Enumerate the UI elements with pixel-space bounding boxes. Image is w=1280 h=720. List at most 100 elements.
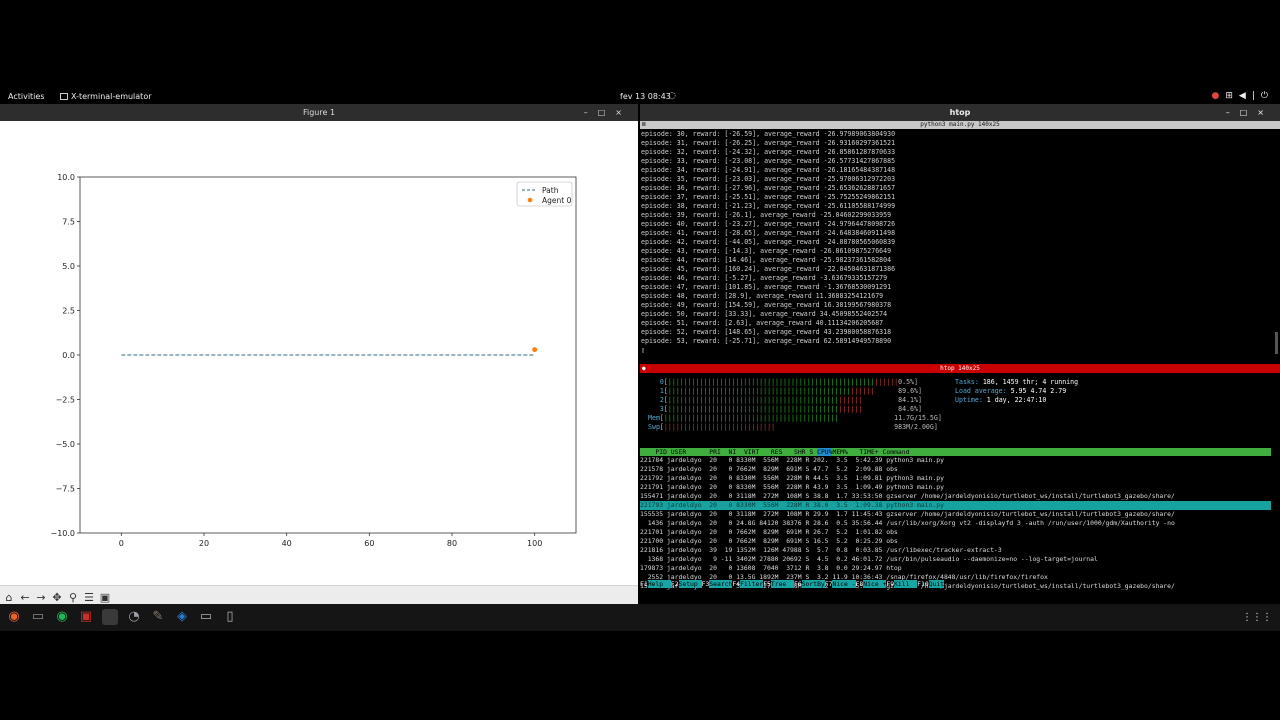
scrollbar[interactable] xyxy=(1275,332,1278,354)
obs-icon[interactable]: ▣ xyxy=(78,609,94,625)
htop-panel[interactable]: 0[||||||||||||||||||||||||||||||||||||||… xyxy=(640,373,1280,593)
function-key-bar[interactable]: F1Help F2Setup F3SearchF4FilterF5Tree F6… xyxy=(640,580,1271,589)
terminal-icon[interactable]: ▣ xyxy=(102,609,118,625)
maximize-button[interactable]: □ xyxy=(1240,108,1258,117)
spotify-icon[interactable]: ◉ xyxy=(54,609,70,625)
fkey-f5[interactable]: F5Tree xyxy=(763,580,794,588)
figure-titlebar[interactable]: Figure 1 –□× xyxy=(0,104,638,121)
pane-title: python3 main.py 140x25 xyxy=(920,121,1000,128)
app-name: X-terminal-emulator xyxy=(71,92,152,101)
process-row[interactable]: 179873 jardeldyo 20 0 13608 7040 3712 R … xyxy=(640,564,1271,573)
pane-titlebar-python[interactable]: ⊠ python3 main.py 140x25 xyxy=(640,121,1280,129)
close-button[interactable]: × xyxy=(1257,108,1274,117)
notification-bell-icon[interactable]: ◌ xyxy=(668,91,676,101)
configure-icon[interactable]: ☰ xyxy=(83,592,95,604)
swap-meter: Swp[|||||||||||||||||||||||||||| 983M/2.… xyxy=(648,423,938,431)
figure-title: Figure 1 xyxy=(302,108,336,117)
firefox-icon[interactable]: ◉ xyxy=(6,609,22,625)
fkey-f3[interactable]: F3Search xyxy=(702,580,733,588)
fkey-f8[interactable]: F8Nice + xyxy=(856,580,887,588)
system-monitor-icon[interactable]: ◔ xyxy=(126,609,142,625)
pan-icon[interactable]: ✥ xyxy=(51,592,63,604)
log-line: episode: 47, reward: [101.85], average_r… xyxy=(641,283,892,291)
close-button[interactable]: × xyxy=(615,108,632,117)
x-tick-label: 20 xyxy=(199,539,209,548)
files-icon[interactable]: ▭ xyxy=(30,609,46,625)
log-line: episode: 31, reward: [-26.25], average_r… xyxy=(641,139,896,147)
maximize-button[interactable]: □ xyxy=(598,108,616,117)
process-row[interactable]: 221701 jardeldyo 20 0 7662M 829M 691M R … xyxy=(640,528,1271,537)
pane-close-icon[interactable]: ● xyxy=(642,364,646,373)
process-row[interactable]: 1368 jardeldyo 9 -11 3402M 27880 20692 S… xyxy=(640,555,1271,564)
volume-icon: ◀ xyxy=(1238,91,1252,101)
x-tick-label: 100 xyxy=(527,539,542,548)
agent-0-marker xyxy=(532,347,538,353)
process-row[interactable]: 221791 jardeldyo 20 0 8330M 556M 228M R … xyxy=(640,483,1271,492)
minimize-button[interactable]: – xyxy=(1226,108,1240,117)
process-row[interactable]: 155471 jardeldyo 20 0 3118M 272M 108M S … xyxy=(640,492,1271,501)
fkey-f2[interactable]: F2Setup xyxy=(671,580,702,588)
gimp-icon[interactable]: ✎ xyxy=(150,609,166,625)
process-row[interactable]: 221700 jardeldyo 20 0 7662M 829M 691M S … xyxy=(640,537,1271,546)
app-menu[interactable]: X-terminal-emulator xyxy=(60,92,152,101)
log-line: episode: 33, reward: [-23.08], average_r… xyxy=(641,157,896,165)
mem-meter: Mem[||||||||||||||||||||||||||||||||||||… xyxy=(648,414,942,422)
y-tick-label: −7.5 xyxy=(56,485,75,494)
home-icon[interactable]: ⌂ xyxy=(3,592,15,604)
pane-titlebar-htop[interactable]: ● htop 140x25 xyxy=(640,364,1280,373)
y-tick-label: −2.5 xyxy=(56,396,75,405)
fkey-f9[interactable]: F9Kill xyxy=(886,580,918,588)
top-bar: Activities X-terminal-emulator fev 13 08… xyxy=(0,89,1280,104)
log-line: episode: 38, reward: [-21.23], average_r… xyxy=(641,202,896,210)
system-tray[interactable]: ●⊞◀|⏻ xyxy=(1212,91,1275,101)
trash-icon[interactable]: ▯ xyxy=(222,609,238,625)
show-applications-icon[interactable]: ⋮⋮⋮ xyxy=(1242,612,1272,623)
cpu-meter-3: 3[||||||||||||||||||||||||||||||||||||||… xyxy=(648,405,922,413)
fkey-f7[interactable]: F7Nice - xyxy=(825,580,856,588)
pane-close-icon[interactable]: ⊠ xyxy=(642,121,646,129)
pane-title: htop 140x25 xyxy=(940,365,980,372)
training-log-output: episode: 30, reward: [-26.59], average_r… xyxy=(640,129,1280,364)
fkey-f4[interactable]: F4Filter xyxy=(732,580,764,588)
terminal-titlebar[interactable]: htop –□× xyxy=(640,104,1280,121)
load-stat: Load average: 5.95 4.74 2.79 xyxy=(955,387,1067,395)
process-row[interactable]: 221816 jardeldyo 39 19 1352M 126M 47988 … xyxy=(640,546,1271,555)
disk-icon[interactable]: ▭ xyxy=(198,609,214,625)
x-tick-label: 80 xyxy=(447,539,457,548)
y-tick-label: 5.0 xyxy=(62,262,75,271)
process-table-header[interactable]: PID USER PRI NI VIRT RES SHR S CPU%MEM% … xyxy=(640,448,1271,456)
vscode-icon[interactable]: ◈ xyxy=(174,609,190,625)
process-row[interactable]: 1436 jardeldyo 20 0 24.8G 84120 38376 R … xyxy=(640,519,1271,528)
fkey-f6[interactable]: F6SortBy xyxy=(794,580,825,588)
legend-agent-swatch xyxy=(527,197,533,203)
microphone-icon: | xyxy=(1251,91,1261,101)
matplotlib-toolbar: ⌂ ← → ✥ ⚲ ☰ ▣ xyxy=(0,585,638,605)
log-line: episode: 43, reward: [-14.3], average_re… xyxy=(641,247,892,255)
taskbar-dock: ◉ ▭ ◉ ▣ ▣ ◔ ✎ ◈ ▭ ▯ ⋮⋮⋮ xyxy=(0,604,1280,631)
process-row-selected[interactable]: 221793 jardeldyo 20 0 8330M 556M 228M R … xyxy=(640,501,1271,510)
y-tick-label: −10.0 xyxy=(50,529,75,538)
save-icon[interactable]: ▣ xyxy=(99,592,111,604)
forward-icon[interactable]: → xyxy=(35,592,47,604)
log-line: episode: 52, reward: [148.65], average_r… xyxy=(641,328,892,336)
log-line: episode: 30, reward: [-26.59], average_r… xyxy=(641,130,896,138)
plot-canvas[interactable]: 10.0 7.5 5.0 2.5 0.0 −2.5 −5.0 −7.5 −10.0 0 20 40 60… xyxy=(0,121,638,585)
process-row[interactable]: 221792 jardeldyo 20 0 8330M 556M 228M R … xyxy=(640,474,1271,483)
process-row[interactable]: 155535 jardeldyo 20 0 3118M 272M 108M R … xyxy=(640,510,1271,519)
log-line: episode: 53, reward: [-25.71], average_r… xyxy=(641,337,892,345)
log-line: episode: 35, reward: [-23.03], average_r… xyxy=(641,175,896,183)
terminal-window-controls[interactable]: –□× xyxy=(1226,104,1274,121)
activities-button[interactable]: Activities xyxy=(8,92,45,101)
legend-path-label: Path xyxy=(542,186,559,195)
y-tick-label: 0.0 xyxy=(62,351,75,360)
figure-window-controls[interactable]: –□× xyxy=(584,104,632,121)
back-icon[interactable]: ← xyxy=(19,592,31,604)
minimize-button[interactable]: – xyxy=(584,108,598,117)
fkey-f1[interactable]: F1Help xyxy=(640,580,671,588)
process-row[interactable]: 221784 jardeldyo 20 0 8330M 556M 228M R … xyxy=(640,456,1271,465)
process-row[interactable]: 221578 jardeldyo 20 0 7662M 829M 691M S … xyxy=(640,465,1271,474)
clock[interactable]: fev 13 08:43 xyxy=(620,92,671,101)
zoom-icon[interactable]: ⚲ xyxy=(67,592,79,604)
fkey-f10[interactable]: F10Quit xyxy=(917,580,945,588)
terminal-cursor: ▯ xyxy=(641,346,645,354)
